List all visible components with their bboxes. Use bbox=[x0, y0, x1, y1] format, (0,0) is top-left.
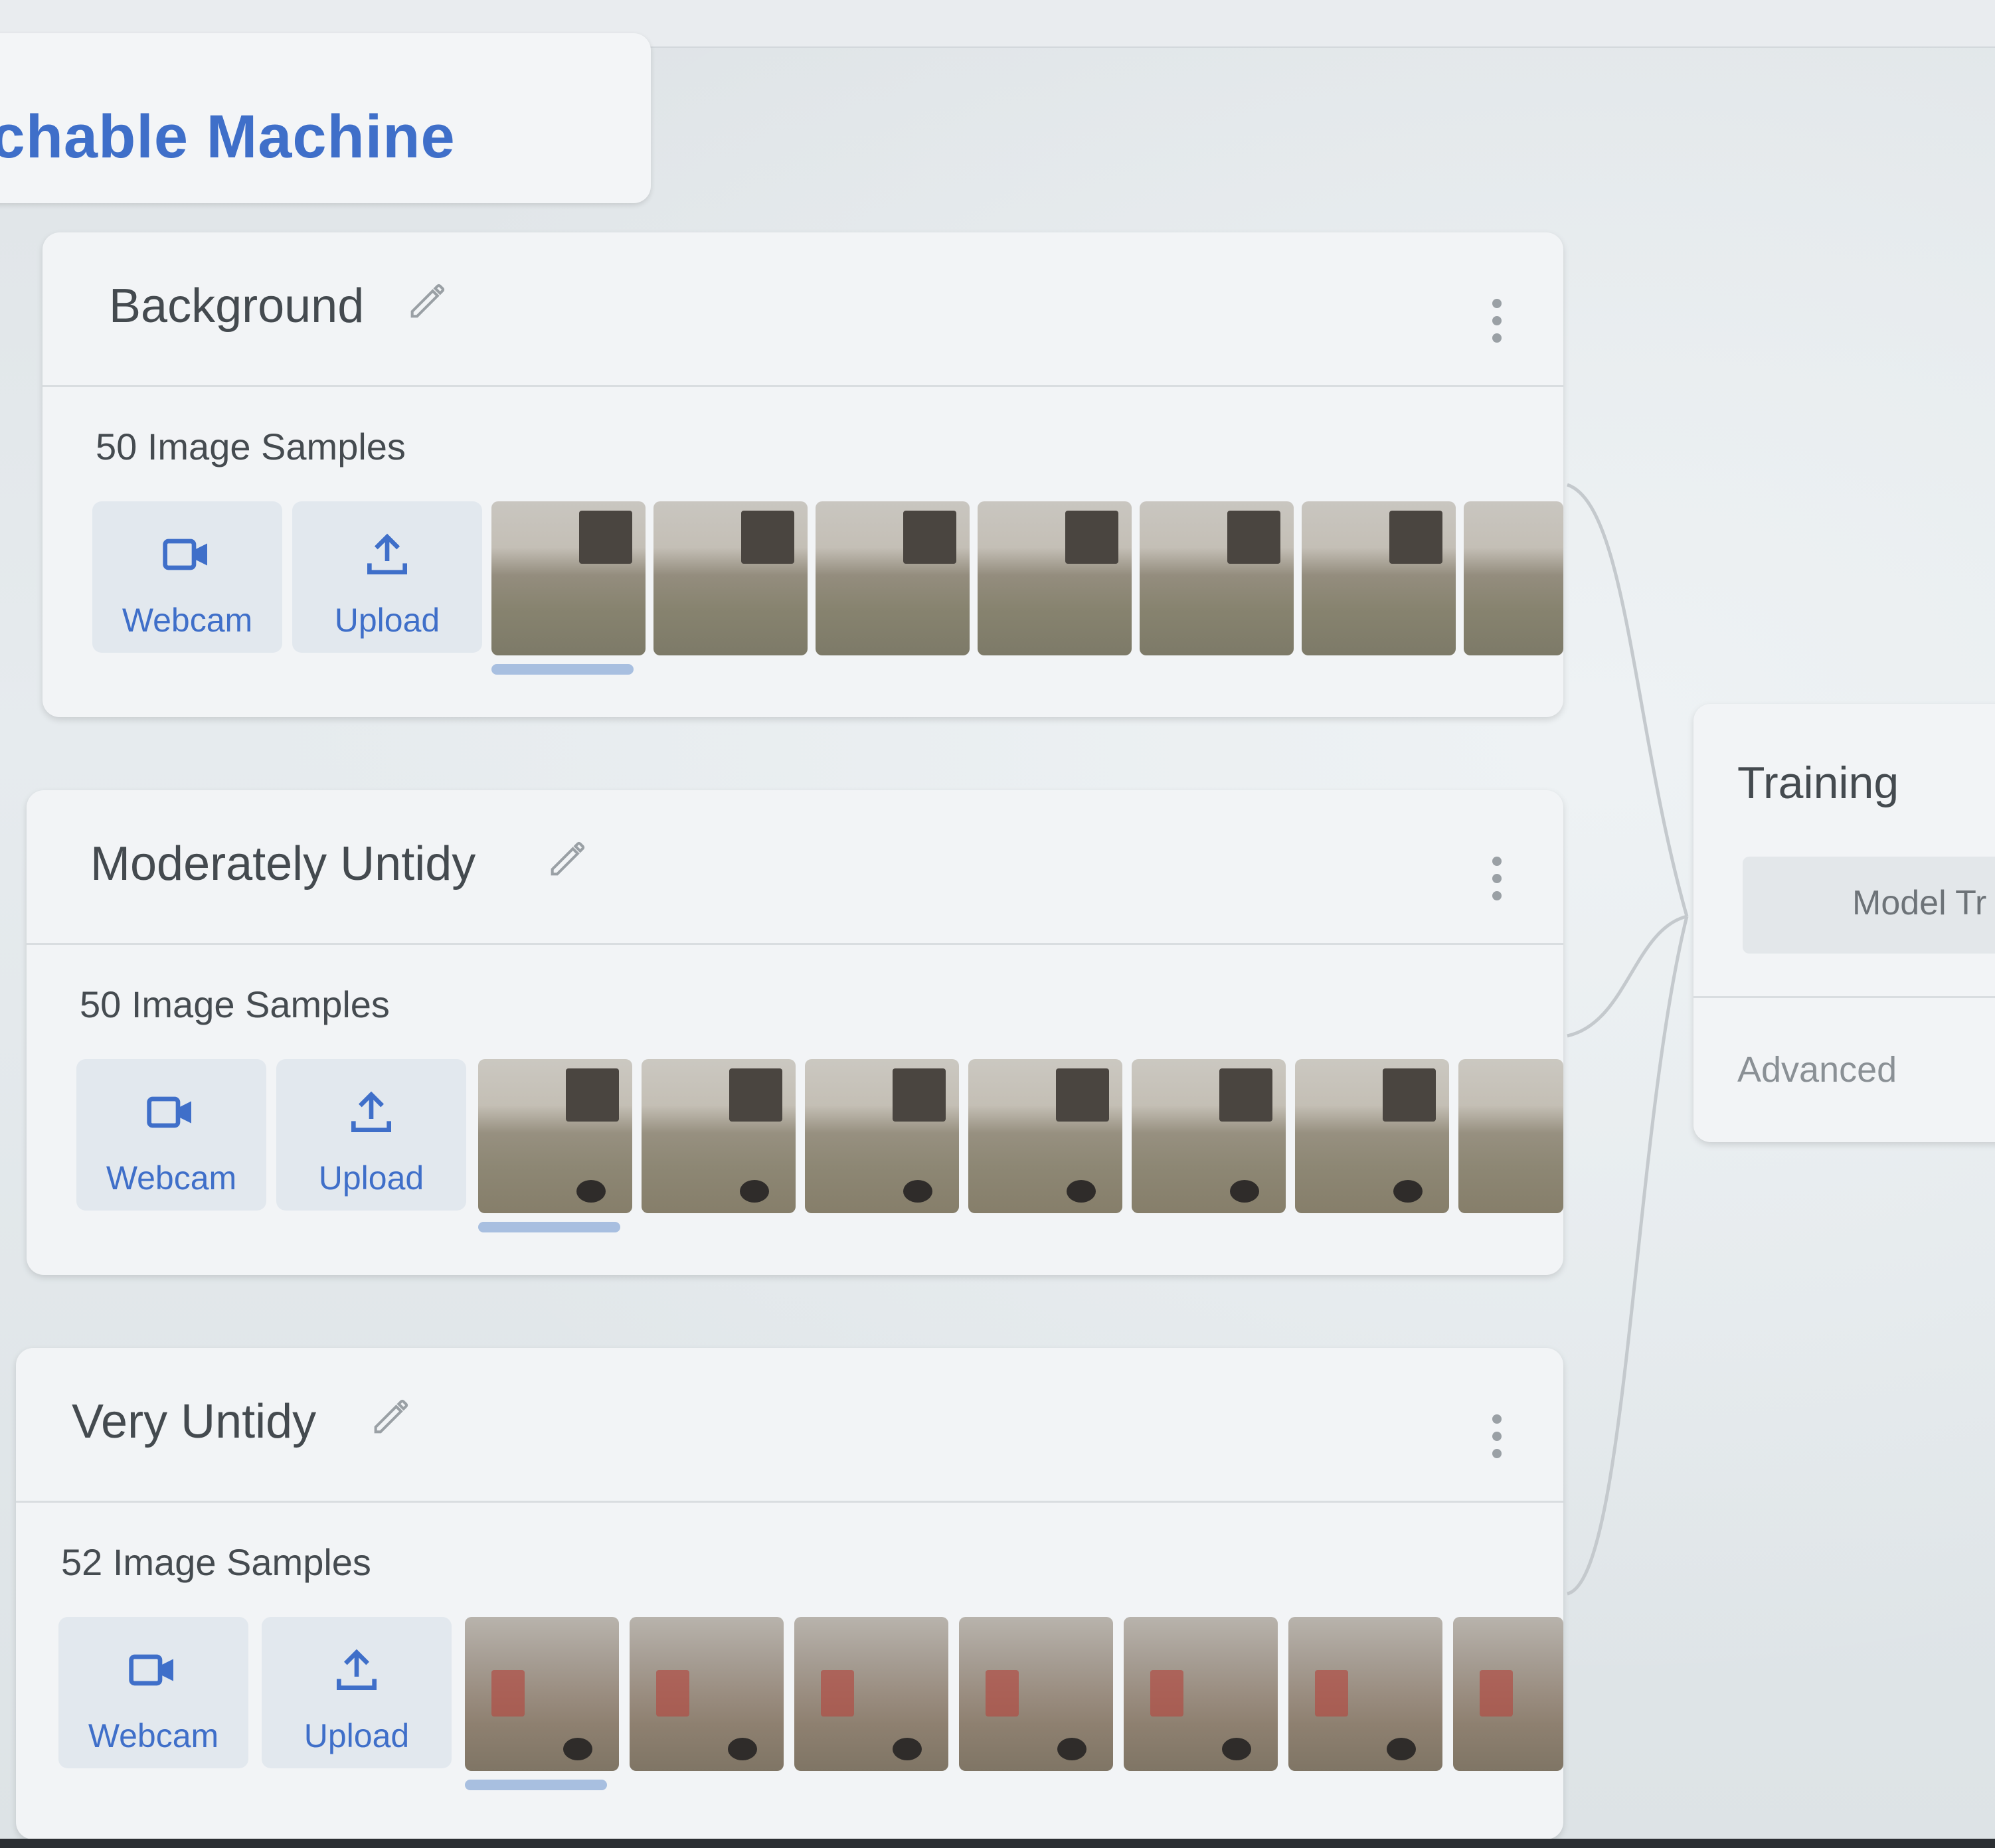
pencil-icon[interactable] bbox=[404, 278, 451, 324]
class-card-moderately-untidy: Moderately Untidy 50 Image Samples Webca… bbox=[27, 790, 1563, 1275]
sample-thumbnail[interactable] bbox=[1132, 1059, 1286, 1213]
upload-button[interactable]: Upload bbox=[262, 1617, 452, 1768]
more-vert-icon[interactable] bbox=[1490, 299, 1504, 345]
training-panel: Training Model Tr Advanced bbox=[1693, 704, 1995, 1142]
class-card-very-untidy: Very Untidy 52 Image Samples Webcam Uplo… bbox=[16, 1348, 1563, 1839]
app-title: ıchable Machine bbox=[0, 103, 456, 171]
class-card-header: Moderately Untidy bbox=[27, 790, 1563, 945]
videocam-icon bbox=[147, 1096, 191, 1128]
class-name[interactable]: Very Untidy bbox=[72, 1394, 316, 1449]
sample-thumbnail[interactable] bbox=[1302, 501, 1456, 655]
scroll-indicator[interactable] bbox=[478, 1222, 620, 1232]
class-card-header: Background bbox=[43, 232, 1563, 387]
pencil-icon[interactable] bbox=[368, 1393, 414, 1440]
screen-bezel bbox=[0, 1839, 1995, 1848]
sample-count: 50 Image Samples bbox=[96, 426, 406, 467]
sample-thumbnail[interactable] bbox=[1458, 1059, 1563, 1213]
class-card-background: Background 50 Image Samples Webcam Uploa… bbox=[43, 232, 1563, 717]
sample-thumbnail[interactable] bbox=[653, 501, 808, 655]
upload-icon bbox=[367, 533, 407, 574]
class-name[interactable]: Background bbox=[109, 279, 364, 333]
sample-thumbnails bbox=[491, 501, 1563, 655]
webcam-button[interactable]: Webcam bbox=[58, 1617, 248, 1768]
sample-thumbnail[interactable] bbox=[491, 501, 646, 655]
sample-count: 52 Image Samples bbox=[61, 1541, 371, 1583]
class-name[interactable]: Moderately Untidy bbox=[90, 837, 476, 891]
train-model-button[interactable]: Model Tr bbox=[1743, 857, 1995, 954]
sample-thumbnail[interactable] bbox=[478, 1059, 632, 1213]
sample-thumbnail[interactable] bbox=[1295, 1059, 1449, 1213]
more-vert-icon[interactable] bbox=[1490, 1414, 1504, 1461]
sample-thumbnails bbox=[465, 1617, 1563, 1771]
upload-icon bbox=[351, 1091, 391, 1132]
upload-button[interactable]: Upload bbox=[292, 501, 482, 653]
more-vert-icon[interactable] bbox=[1490, 857, 1504, 903]
sample-thumbnail[interactable] bbox=[978, 501, 1132, 655]
sample-thumbnail[interactable] bbox=[1453, 1617, 1563, 1771]
sample-thumbnail[interactable] bbox=[630, 1617, 784, 1771]
sample-thumbnail[interactable] bbox=[959, 1617, 1113, 1771]
sample-thumbnail[interactable] bbox=[1288, 1617, 1442, 1771]
sample-thumbnail[interactable] bbox=[968, 1059, 1122, 1213]
upload-icon bbox=[337, 1649, 377, 1690]
sample-thumbnails bbox=[478, 1059, 1563, 1213]
sample-thumbnail[interactable] bbox=[465, 1617, 619, 1771]
training-title: Training bbox=[1737, 758, 1899, 808]
class-card-header: Very Untidy bbox=[16, 1348, 1563, 1503]
webcam-button[interactable]: Webcam bbox=[92, 501, 282, 653]
sample-thumbnail[interactable] bbox=[642, 1059, 796, 1213]
videocam-icon bbox=[129, 1654, 173, 1686]
sample-thumbnail[interactable] bbox=[1140, 501, 1294, 655]
sample-thumbnail[interactable] bbox=[1464, 501, 1563, 655]
sample-thumbnail[interactable] bbox=[816, 501, 970, 655]
sample-count: 50 Image Samples bbox=[80, 983, 390, 1025]
sample-thumbnail[interactable] bbox=[794, 1617, 948, 1771]
pencil-icon[interactable] bbox=[545, 835, 591, 882]
scroll-indicator[interactable] bbox=[465, 1780, 607, 1790]
sample-thumbnail[interactable] bbox=[805, 1059, 959, 1213]
advanced-toggle[interactable]: Advanced bbox=[1737, 1049, 1897, 1090]
app-header: ıchable Machine bbox=[0, 33, 651, 203]
sample-thumbnail[interactable] bbox=[1124, 1617, 1278, 1771]
webcam-button[interactable]: Webcam bbox=[76, 1059, 266, 1211]
scroll-indicator[interactable] bbox=[491, 664, 634, 675]
videocam-icon bbox=[163, 539, 207, 570]
upload-button[interactable]: Upload bbox=[276, 1059, 466, 1211]
divider bbox=[1693, 996, 1995, 998]
